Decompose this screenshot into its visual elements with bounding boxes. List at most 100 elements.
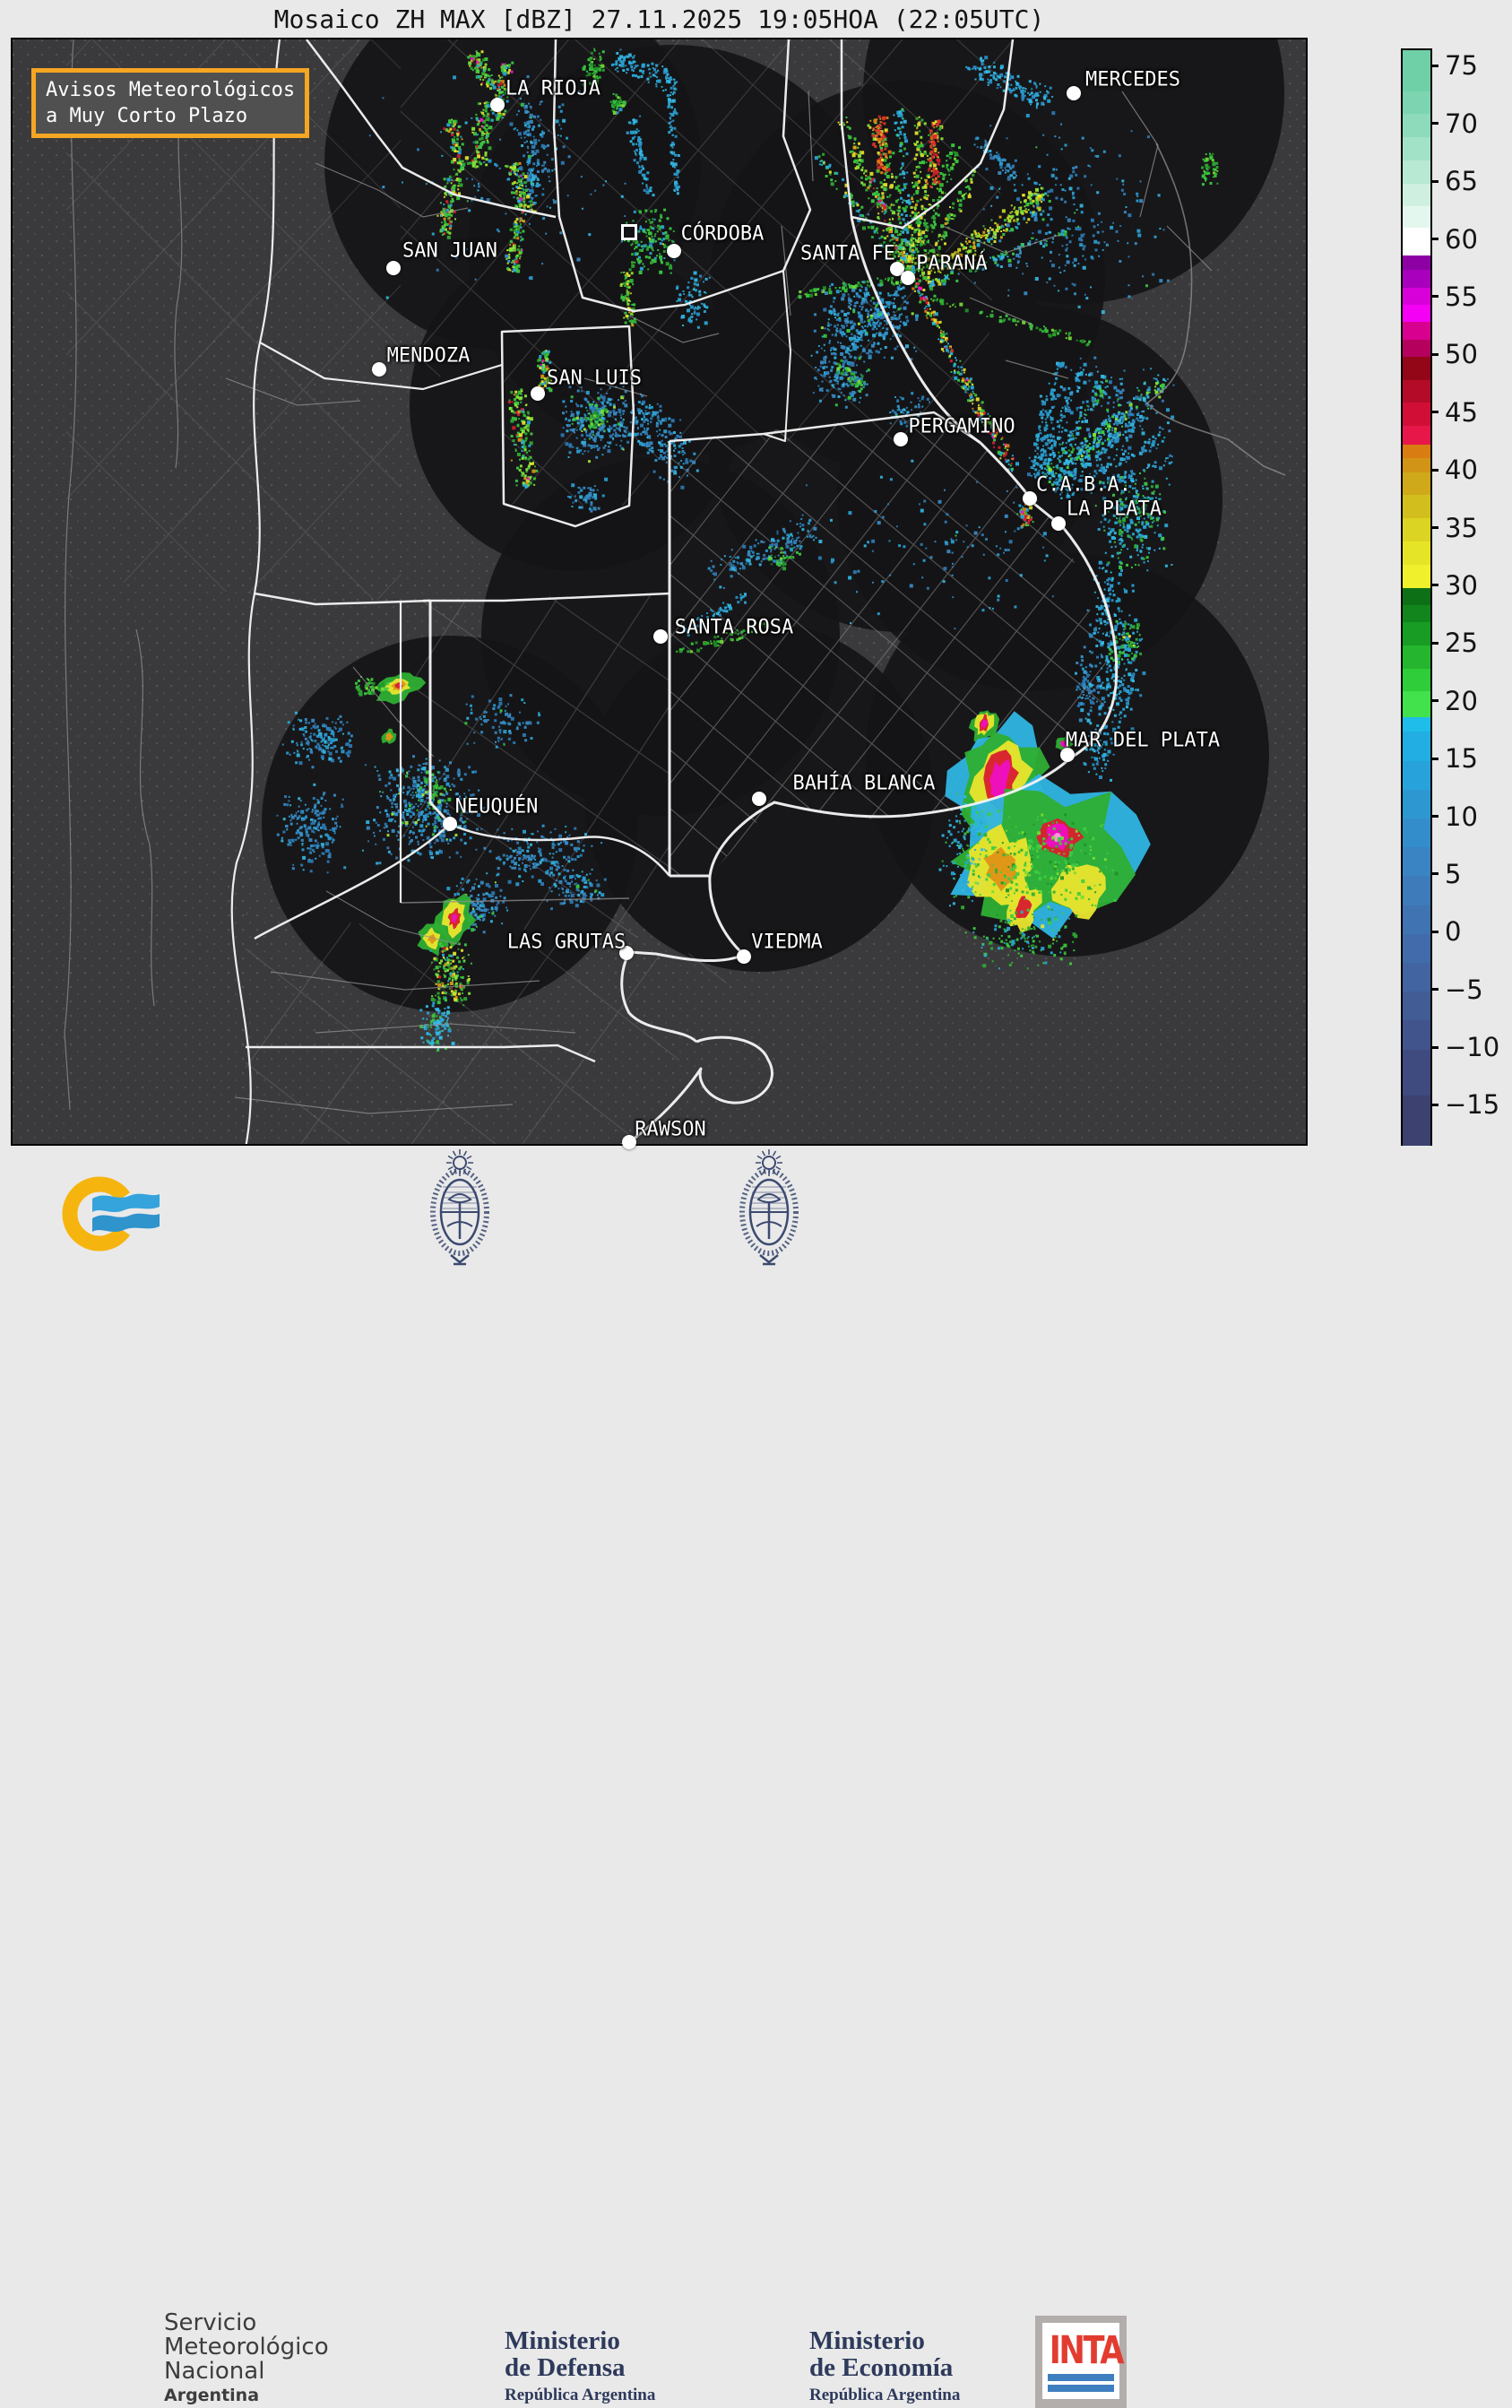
economia-line-2: de Economía <box>809 2354 960 2381</box>
colorbar-segment <box>1403 137 1430 160</box>
colorbar-segment <box>1403 819 1430 848</box>
inta-bar-2 <box>1048 2385 1114 2392</box>
colorbar-segment <box>1403 472 1430 495</box>
defensa-line-2: de Defensa <box>505 2354 655 2381</box>
city-label-las-grutas: LAS GRUTAS <box>507 931 626 954</box>
colorbar-tick-label: 40 <box>1445 455 1478 485</box>
city-label-la-rioja: LA RIOJA <box>505 78 600 100</box>
colorbar-segment <box>1403 1096 1430 1146</box>
colorbar-segment <box>1403 403 1430 426</box>
province-border <box>246 1045 595 1061</box>
defensa-sub: República Argentina <box>505 2386 655 2405</box>
colorbar-segment <box>1403 458 1430 472</box>
echo-speckle <box>527 478 530 481</box>
colorbar-tick <box>1430 758 1439 760</box>
colorbar-segment <box>1403 622 1430 645</box>
colorbar-segment <box>1403 339 1430 357</box>
page-title: Mosaico ZH MAX [dBZ] 27.11.2025 19:05HOA… <box>11 4 1308 34</box>
colorbar-tick-label: 20 <box>1445 686 1478 716</box>
city-label-c-rdoba: CÓRDOBA <box>681 223 765 246</box>
colorbar-tick-label: 30 <box>1445 570 1478 601</box>
colorbar-tick <box>1430 353 1439 356</box>
radar-map: Avisos Meteorológicos a Muy Corto Plazo … <box>11 38 1308 1146</box>
footer-logo-canvas <box>0 1146 1512 1289</box>
colorbar-tick <box>1430 988 1439 991</box>
colorbar-segment <box>1403 645 1430 668</box>
colorbar-segment <box>1403 564 1430 587</box>
colorbar-tick <box>1430 1104 1439 1106</box>
city-marker-viedma <box>737 949 751 964</box>
colorbar-tick <box>1430 815 1439 818</box>
advisory-line-2: a Muy Corto Plazo <box>46 103 295 129</box>
city-marker-la-rioja <box>490 98 505 112</box>
colorbar-segment <box>1403 1049 1430 1096</box>
city-marker-pergamino <box>894 432 908 446</box>
colorbar-segment <box>1403 905 1430 934</box>
defensa-coat-of-arms-icon <box>433 1149 487 1264</box>
colorbar-tick <box>1430 180 1439 183</box>
city-label-santa-fe: SANTA FE <box>800 243 895 265</box>
inta-logo-frame: INTA <box>1042 2323 1119 2399</box>
colorbar-segment <box>1403 716 1430 732</box>
inta-logo: INTA <box>1035 2316 1127 2408</box>
smn-logo-text: Servicio Meteorológico Nacional Argentin… <box>164 2311 329 2405</box>
colorbar-tick <box>1430 1046 1439 1049</box>
province-border <box>232 39 280 1144</box>
city-marker-mendoza <box>372 362 386 377</box>
colorbar-tick <box>1430 411 1439 413</box>
economia-sub: República Argentina <box>809 2386 960 2405</box>
echo-speckle <box>467 200 469 202</box>
radar-map-canvas <box>13 39 1306 1144</box>
city-marker-san-luis <box>531 386 545 401</box>
colorbar-segment <box>1403 91 1430 114</box>
city-label-neuqu-n: NEUQUÉN <box>455 796 539 819</box>
colorbar-tick <box>1430 699 1439 702</box>
city-marker-c-a-b-a- <box>1023 491 1037 506</box>
colorbar-segment <box>1403 444 1430 458</box>
colorbar-tick-label: −15 <box>1445 1089 1499 1120</box>
department-border <box>175 91 182 468</box>
inta-label: INTA <box>1050 2328 1113 2373</box>
colorbar-segment <box>1403 50 1430 91</box>
colorbar-segment <box>1403 760 1430 790</box>
colorbar-tick-label: −10 <box>1445 1032 1499 1062</box>
colorbar-segment <box>1403 183 1430 206</box>
advisory-box: Avisos Meteorológicos a Muy Corto Plazo <box>31 68 309 138</box>
city-label-mercedes: MERCEDES <box>1085 69 1180 91</box>
colorbar-segment <box>1403 114 1430 137</box>
colorbar-segment <box>1403 847 1430 877</box>
smn-sun-icon <box>70 1184 160 1243</box>
city-label-c-a-b-a-: C.A.B.A. <box>1036 474 1131 497</box>
colorbar-tick <box>1430 469 1439 472</box>
colorbar-tick-label: 15 <box>1445 743 1478 774</box>
colorbar-tick-label: 75 <box>1445 50 1478 81</box>
city-marker-santa-rosa <box>653 629 668 644</box>
advisory-line-1: Avisos Meteorológicos <box>46 77 295 103</box>
city-marker-mercedes <box>1067 86 1081 100</box>
colorbar-tick <box>1430 872 1439 875</box>
department-border <box>235 1097 513 1113</box>
colorbar-segment <box>1403 541 1430 564</box>
colorbar-segment <box>1403 992 1430 1021</box>
echo-speckle <box>451 189 453 191</box>
colorbar-segment <box>1403 227 1430 256</box>
city-label-san-luis: SAN LUIS <box>547 368 642 390</box>
colorbar-tick-label: 10 <box>1445 801 1478 832</box>
colorbar-segment <box>1403 206 1430 228</box>
smn-country: Argentina <box>164 2386 329 2405</box>
city-marker-c-rdoba <box>667 244 681 258</box>
colorbar-segment <box>1403 495 1430 518</box>
city-label-san-juan: SAN JUAN <box>402 240 497 263</box>
province-border <box>255 593 430 604</box>
colorbar-segment <box>1403 270 1430 288</box>
colorbar-tick-label: 65 <box>1445 166 1478 196</box>
colorbar-tick <box>1430 238 1439 240</box>
echo-speckle <box>955 535 957 537</box>
city-marker-paran- <box>901 271 915 285</box>
colorbar-tick <box>1430 642 1439 645</box>
city-label-bah-a-blanca: BAHÍA BLANCA <box>793 773 936 795</box>
colorbar-segment <box>1403 933 1430 963</box>
colorbar-segment <box>1403 322 1430 340</box>
colorbar-segment <box>1403 789 1430 819</box>
city-label-santa-rosa: SANTA ROSA <box>675 617 793 639</box>
